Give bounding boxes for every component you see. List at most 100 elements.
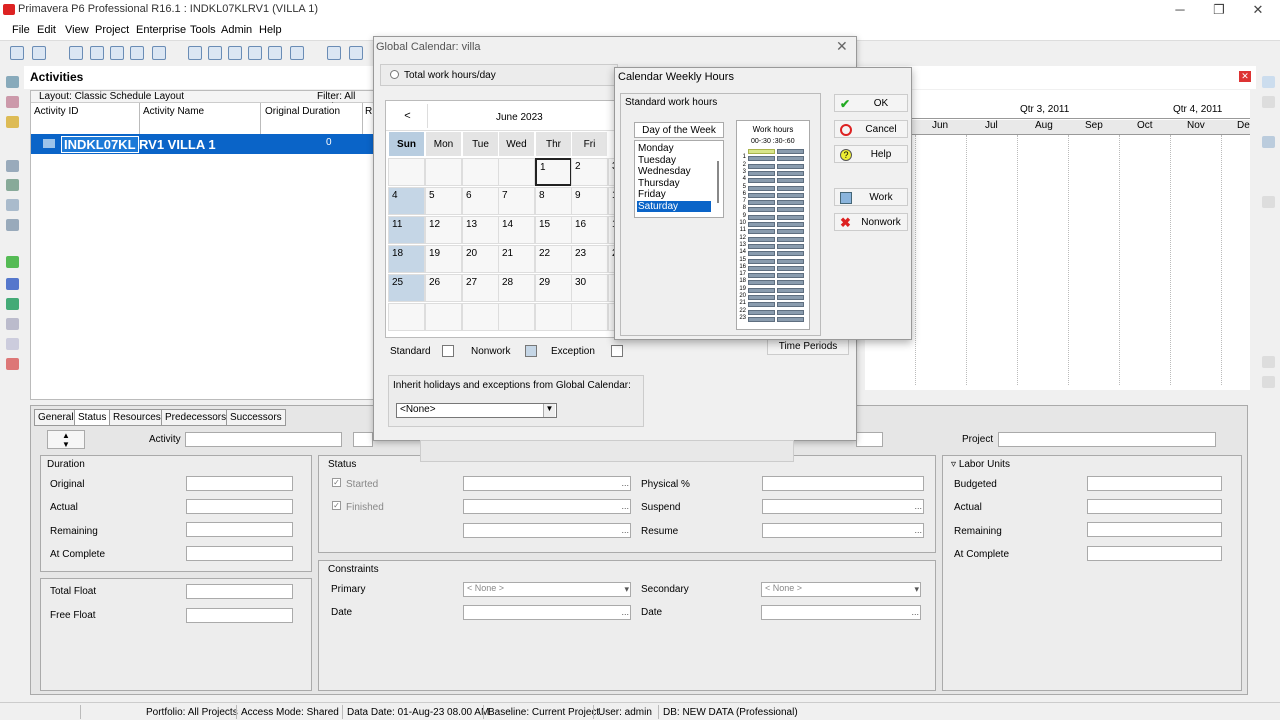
calendar-day-cell[interactable]: 1	[535, 158, 572, 186]
hour-slot[interactable]	[777, 316, 804, 322]
reports-icon[interactable]	[6, 199, 19, 211]
day-option-saturday[interactable]: Saturday	[637, 201, 711, 212]
day-option-tuesday[interactable]: Tuesday	[637, 155, 711, 166]
help-button[interactable]: ? Help	[834, 145, 908, 163]
minimize-button[interactable]: ─	[1160, 0, 1200, 20]
menu-help[interactable]: Help	[259, 24, 282, 36]
gantt-icon[interactable]	[228, 46, 242, 60]
hour-slot[interactable]	[777, 192, 804, 198]
columns-icon[interactable]	[69, 46, 83, 60]
copy-icon[interactable]	[1262, 136, 1275, 148]
hour-slot[interactable]	[777, 185, 804, 191]
hour-slot[interactable]	[748, 229, 775, 235]
hour-slot[interactable]	[748, 309, 775, 315]
menu-tools[interactable]: Tools	[190, 24, 216, 36]
expected-finish-field[interactable]: ...	[463, 523, 631, 538]
hour-slot[interactable]	[748, 295, 775, 300]
calendar-day-cell[interactable]	[535, 303, 572, 331]
calendar-day-cell[interactable]: 14	[498, 216, 535, 244]
hour-slot[interactable]	[777, 251, 804, 257]
free-float-field[interactable]	[186, 608, 293, 623]
calendar-day-cell[interactable]: 9	[571, 187, 608, 215]
move-down-icon[interactable]	[1262, 376, 1275, 388]
close-pane-icon[interactable]: ✕	[1239, 71, 1251, 82]
calendar-day-cell[interactable]	[425, 303, 462, 331]
hour-slot[interactable]	[748, 200, 775, 206]
maximize-button[interactable]: ❐	[1199, 0, 1239, 20]
wbs-side-icon[interactable]	[6, 116, 19, 128]
hour-slot[interactable]	[748, 243, 775, 249]
activity-table-icon[interactable]	[208, 46, 222, 60]
move-up-icon[interactable]	[1262, 356, 1275, 368]
expenses-icon[interactable]	[6, 298, 19, 310]
tab-status[interactable]: Status	[74, 409, 111, 426]
calendar-day-cell[interactable]: 22	[535, 245, 572, 273]
align-icon[interactable]	[327, 46, 341, 60]
calendar-day-cell[interactable]: 15	[535, 216, 572, 244]
menu-admin[interactable]: Admin	[221, 24, 252, 36]
nonwork-button[interactable]: ✖ Nonwork	[834, 213, 908, 231]
finished-date-field[interactable]: ...	[463, 499, 631, 514]
hour-slot[interactable]	[777, 302, 804, 308]
hour-slot[interactable]	[748, 302, 775, 308]
delete-icon[interactable]	[1262, 96, 1275, 108]
calendar-day-cell[interactable]	[498, 303, 535, 331]
hour-slot[interactable]	[777, 149, 804, 154]
calendar-day-cell[interactable]: 30	[571, 274, 608, 302]
hour-slot[interactable]	[748, 185, 775, 191]
bars-icon[interactable]	[349, 46, 363, 60]
started-checkbox[interactable]: ✓	[332, 478, 341, 487]
filter-icon[interactable]	[110, 46, 124, 60]
menu-file[interactable]: File	[12, 24, 30, 36]
hour-slot[interactable]	[777, 273, 804, 279]
hour-slot[interactable]	[748, 222, 775, 227]
network-icon[interactable]	[248, 46, 262, 60]
hour-slot[interactable]	[748, 149, 775, 154]
actual-duration-field[interactable]	[186, 499, 293, 514]
calendar-day-cell[interactable]: 4	[388, 187, 425, 215]
day-option-monday[interactable]: Monday	[637, 143, 711, 154]
calendar-day-cell[interactable]: 6	[462, 187, 499, 215]
hour-slot[interactable]	[777, 265, 804, 271]
calendar-day-cell[interactable]: 29	[535, 274, 572, 302]
collapse-icon[interactable]	[152, 46, 166, 60]
hour-slot[interactable]	[748, 207, 775, 213]
list-scrollbar[interactable]	[717, 161, 719, 203]
hour-slot[interactable]	[748, 170, 775, 176]
issues-icon[interactable]	[6, 338, 19, 350]
hour-slot[interactable]	[777, 178, 804, 184]
hour-slot[interactable]	[748, 251, 775, 257]
work-products-icon[interactable]	[6, 219, 19, 231]
budgeted-field[interactable]	[1087, 476, 1222, 491]
hour-slot[interactable]	[748, 156, 775, 162]
calendar-day-cell[interactable]	[425, 158, 462, 186]
hour-slot[interactable]	[748, 265, 775, 271]
secondary-constraint-select[interactable]: < None > ▾	[761, 582, 921, 597]
print-icon[interactable]	[10, 46, 24, 60]
hour-slot[interactable]	[777, 258, 804, 264]
hour-slot[interactable]	[748, 214, 775, 220]
expand-icon[interactable]	[130, 46, 144, 60]
secondary-date-field[interactable]: ...	[761, 605, 921, 620]
activity-name-field[interactable]	[353, 432, 373, 447]
at-complete-duration-field[interactable]	[186, 546, 293, 561]
labor-remaining-field[interactable]	[1087, 522, 1222, 537]
calendar-day-cell[interactable]	[462, 158, 499, 186]
original-duration-field[interactable]	[186, 476, 293, 491]
finished-checkbox[interactable]: ✓	[332, 501, 341, 510]
hour-slot[interactable]	[777, 236, 804, 242]
calendar-day-cell[interactable]: 19	[425, 245, 462, 273]
menu-view[interactable]: View	[65, 24, 89, 36]
tab-resources[interactable]: Resources	[109, 409, 165, 426]
activity-id-cell[interactable]: INDKL07KL	[61, 136, 139, 153]
hour-slot[interactable]	[777, 287, 804, 293]
primary-constraint-select[interactable]: < None > ▾	[463, 582, 631, 597]
hour-slot[interactable]	[777, 280, 804, 286]
physical-field[interactable]	[762, 476, 924, 491]
hour-slot[interactable]	[777, 214, 804, 220]
trace-icon[interactable]	[268, 46, 282, 60]
hour-slot[interactable]	[748, 163, 775, 169]
hour-slot[interactable]	[748, 258, 775, 264]
activity-field[interactable]	[185, 432, 342, 447]
resume-date-field[interactable]: ...	[762, 523, 924, 538]
